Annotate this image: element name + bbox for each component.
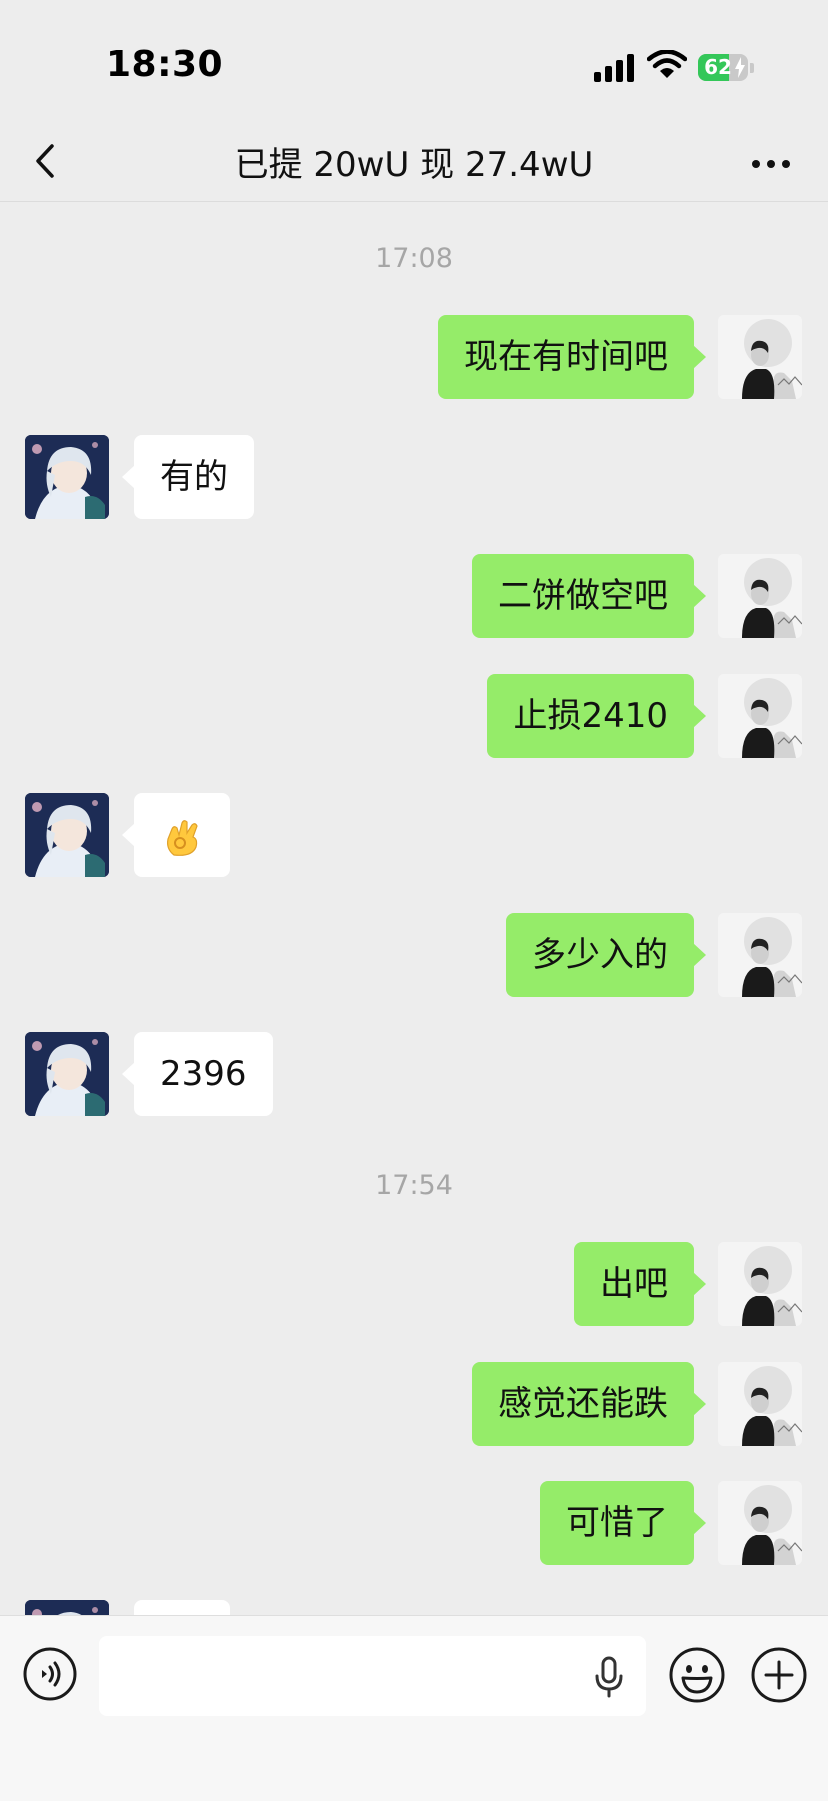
battery-icon: 62 bbox=[698, 54, 754, 81]
chat-header: 已提 20wU 现 27.4wU bbox=[0, 120, 828, 202]
message-list[interactable]: 17:08 现在有时间吧 有的 二饼做空吧 止损2410 多少入的 2396 1… bbox=[0, 203, 828, 1615]
message-bubble-received-partial[interactable] bbox=[134, 1600, 230, 1615]
mic-icon[interactable] bbox=[592, 1656, 626, 1698]
timestamp: 17:08 bbox=[375, 243, 453, 274]
back-icon[interactable] bbox=[28, 138, 64, 184]
chat-title: 已提 20wU 现 27.4wU bbox=[234, 145, 594, 185]
contact-avatar[interactable] bbox=[25, 1600, 109, 1615]
message-bubble-sent[interactable]: 出吧 bbox=[574, 1242, 706, 1326]
input-bar bbox=[0, 1615, 828, 1801]
wifi-icon bbox=[647, 50, 687, 78]
message-input[interactable] bbox=[99, 1636, 646, 1716]
status-time: 18:30 bbox=[106, 44, 224, 85]
contact-avatar[interactable] bbox=[25, 1032, 109, 1116]
plus-icon[interactable] bbox=[750, 1646, 808, 1704]
message-bubble-sent[interactable]: 多少入的 bbox=[506, 913, 706, 997]
my-avatar[interactable] bbox=[718, 315, 802, 399]
my-avatar[interactable] bbox=[718, 913, 802, 997]
voice-icon[interactable] bbox=[22, 1646, 78, 1702]
message-bubble-sent[interactable]: 止损2410 bbox=[487, 674, 706, 758]
message-bubble-sent[interactable]: 可惜了 bbox=[540, 1481, 706, 1565]
message-bubble-sent[interactable]: 感觉还能跌 bbox=[472, 1362, 706, 1446]
my-avatar[interactable] bbox=[718, 1481, 802, 1565]
message-bubble-sent[interactable]: 现在有时间吧 bbox=[438, 315, 706, 399]
ok-hand-emoji-icon bbox=[167, 819, 198, 856]
my-avatar[interactable] bbox=[718, 1362, 802, 1446]
emoji-icon[interactable] bbox=[668, 1646, 726, 1704]
my-avatar[interactable] bbox=[718, 554, 802, 638]
more-options-button[interactable] bbox=[750, 142, 792, 182]
cellular-signal-icon bbox=[594, 54, 636, 82]
message-bubble-sent[interactable]: 二饼做空吧 bbox=[472, 554, 706, 638]
contact-avatar[interactable] bbox=[25, 435, 109, 519]
charging-bolt-icon bbox=[735, 57, 745, 78]
status-bar: 18:30 62 bbox=[0, 0, 828, 120]
my-avatar[interactable] bbox=[718, 674, 802, 758]
message-bubble-received[interactable]: 2396 bbox=[122, 1032, 273, 1116]
battery-percent: 62 bbox=[704, 55, 732, 79]
my-avatar[interactable] bbox=[718, 1242, 802, 1326]
message-bubble-received[interactable] bbox=[122, 793, 230, 877]
message-bubble-received[interactable]: 有的 bbox=[122, 435, 254, 519]
contact-avatar[interactable] bbox=[25, 793, 109, 877]
timestamp: 17:54 bbox=[375, 1170, 453, 1201]
